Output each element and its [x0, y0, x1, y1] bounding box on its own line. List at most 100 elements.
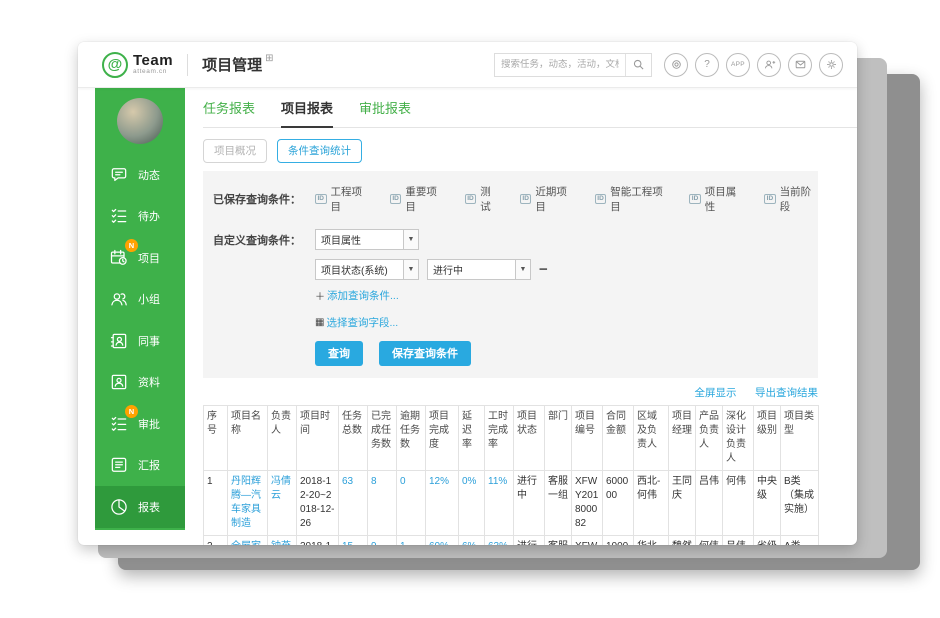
- project-overview-button[interactable]: 项目概况: [203, 139, 267, 163]
- cell: 600000: [603, 471, 634, 536]
- tab-task[interactable]: 任务报表: [203, 98, 255, 127]
- cell-link[interactable]: 1: [397, 536, 426, 546]
- saved-condition-label: 测试: [480, 184, 499, 214]
- cell-link[interactable]: 60%: [426, 536, 459, 546]
- column-header: 项目经理: [669, 406, 696, 471]
- sidebar-item-label: 审批: [138, 416, 160, 432]
- export-results-link[interactable]: 导出查询结果: [755, 387, 818, 399]
- saved-condition-chip[interactable]: ID当前阶段: [764, 184, 818, 214]
- cell-link[interactable]: 11%: [485, 471, 514, 536]
- cell-link[interactable]: 8: [368, 471, 397, 536]
- saved-condition-label: 工程项目: [331, 184, 369, 214]
- messages-icon[interactable]: [788, 53, 812, 77]
- saved-condition-chip[interactable]: ID近期项目: [520, 184, 574, 214]
- cell-link[interactable]: 6%: [459, 536, 485, 546]
- cell: 王同庆: [669, 471, 696, 536]
- condition-row: 项目状态(系统) ▼ 进行中 ▼ −: [203, 259, 818, 280]
- cell-link[interactable]: 63%: [485, 536, 514, 546]
- cell: 100000: [603, 536, 634, 546]
- column-header: 深化设计负责人: [723, 406, 754, 471]
- sidebar-item-label: 资料: [138, 374, 160, 390]
- sidebar-item-label: 报表: [138, 499, 160, 515]
- search-icon[interactable]: [625, 54, 651, 76]
- settings-icon[interactable]: [819, 53, 843, 77]
- tab-approval[interactable]: 审批报表: [359, 98, 411, 127]
- saved-conditions-row: 已保存查询条件： ID工程项目ID重要项目ID测试ID近期项目ID智能工程项目I…: [203, 184, 818, 214]
- sidebar-item-daiban[interactable]: 待办: [95, 196, 185, 238]
- column-header: 工时完成率: [485, 406, 514, 471]
- cell: XFWY201800082: [572, 536, 603, 546]
- cell: 中央级: [754, 471, 781, 536]
- save-query-button[interactable]: 保存查询条件: [379, 341, 471, 366]
- query-button[interactable]: 查询: [315, 341, 363, 366]
- cell: 2018-12-20~2018-12-21: [297, 536, 339, 546]
- cell: 吕伟: [723, 536, 754, 546]
- id-badge-icon: ID: [764, 194, 776, 205]
- condition-value-select[interactable]: 进行中 ▼: [427, 259, 531, 280]
- sidebar-item-baobiao[interactable]: 报表: [95, 486, 185, 528]
- project-calendar-icon: [108, 247, 129, 268]
- column-header: 序号: [204, 406, 228, 471]
- cell-link[interactable]: 钟燕: [268, 536, 297, 546]
- search-input[interactable]: [495, 59, 625, 70]
- project-report-table: 序号项目名称负责人项目时间任务总数已完成任务数逾期任务数项目完成度延迟率工时完成…: [203, 405, 819, 545]
- condition-field-select[interactable]: 项目状态(系统) ▼: [315, 259, 419, 280]
- top-bar: @ Team atteam.cn 项目管理 ⊞ ?APP: [78, 42, 857, 88]
- sidebar-item-label: 汇报: [138, 457, 160, 473]
- sidebar-item-xiaozu[interactable]: 小组: [95, 279, 185, 321]
- cell-link[interactable]: 丹阳辉腾—汽车家具制造: [228, 471, 268, 536]
- sidebar-item-ziliao[interactable]: 资料: [95, 362, 185, 404]
- cell: 进行中: [514, 536, 545, 546]
- app-window: @ Team atteam.cn 项目管理 ⊞ ?APP: [78, 42, 857, 545]
- sidebar-item-label: 动态: [138, 167, 160, 183]
- cell-link[interactable]: 63: [339, 471, 368, 536]
- main-content: 任务报表项目报表审批报表 项目概况 条件查询统计 已保存查询条件： ID工程项目…: [185, 88, 857, 545]
- tab-project[interactable]: 项目报表: [281, 98, 333, 128]
- app-center-icon[interactable]: APP: [726, 53, 750, 77]
- sidebar-item-shenpi[interactable]: 审批N: [95, 403, 185, 445]
- saved-condition-chip[interactable]: ID智能工程项目: [595, 184, 669, 214]
- saved-condition-chip[interactable]: ID 工程项目: [315, 184, 369, 214]
- column-header: 项目编号: [572, 406, 603, 471]
- cell-link[interactable]: 冯倩云: [268, 471, 297, 536]
- app-switcher-icon[interactable]: ⊞: [265, 54, 273, 64]
- group-people-icon: [108, 289, 129, 310]
- sidebar-item-tongshi[interactable]: 同事: [95, 320, 185, 362]
- cell-link[interactable]: 12%: [426, 471, 459, 536]
- app-logo[interactable]: @ Team atteam.cn: [102, 52, 173, 78]
- condition-group-select[interactable]: 项目属性 ▼: [315, 229, 419, 250]
- saved-condition-chip[interactable]: ID测试: [465, 184, 499, 214]
- id-badge-icon: ID: [520, 194, 532, 205]
- condition-query-button[interactable]: 条件查询统计: [277, 139, 362, 163]
- activity-icon[interactable]: [664, 53, 688, 77]
- saved-condition-chip[interactable]: ID项目属性: [689, 184, 743, 214]
- chevron-down-icon: ▼: [403, 230, 418, 249]
- cell: 吕伟: [696, 471, 723, 536]
- cell-link[interactable]: 全屋家具定制PM: [228, 536, 268, 546]
- pie-chart-icon: [108, 496, 129, 517]
- logo-name: Team: [133, 54, 173, 68]
- invite-user-icon[interactable]: [757, 53, 781, 77]
- avatar[interactable]: [117, 98, 163, 144]
- help-icon[interactable]: ?: [695, 53, 719, 77]
- sidebar-item-dongtai[interactable]: 动态: [95, 154, 185, 196]
- report-tabs: 任务报表项目报表审批报表: [203, 98, 857, 128]
- saved-condition-chip[interactable]: ID重要项目: [390, 184, 444, 214]
- cell-link[interactable]: 15: [339, 536, 368, 546]
- fullscreen-link[interactable]: 全屏显示: [695, 387, 737, 399]
- sidebar-item-xiangmu[interactable]: 项目N: [95, 237, 185, 279]
- desktop-background: @ Team atteam.cn 项目管理 ⊞ ?APP: [0, 0, 940, 618]
- sidebar-item-huibao[interactable]: 汇报: [95, 445, 185, 487]
- remove-condition-button[interactable]: −: [539, 265, 548, 275]
- select-fields-link[interactable]: ▦选择查询字段...: [315, 315, 398, 330]
- add-condition-link[interactable]: ＋添加查询条件...: [315, 288, 399, 303]
- cell-link[interactable]: 9: [368, 536, 397, 546]
- column-header: 逾期任务数: [397, 406, 426, 471]
- cell-link[interactable]: 0%: [459, 471, 485, 536]
- column-header: 项目级别: [754, 406, 781, 471]
- cell: 魏然: [669, 536, 696, 546]
- cell-link[interactable]: 0: [397, 471, 426, 536]
- id-badge-icon: ID: [315, 194, 327, 205]
- column-header: 部门: [545, 406, 572, 471]
- cell: 华北-京区战略项目-刘晓婷: [634, 536, 669, 546]
